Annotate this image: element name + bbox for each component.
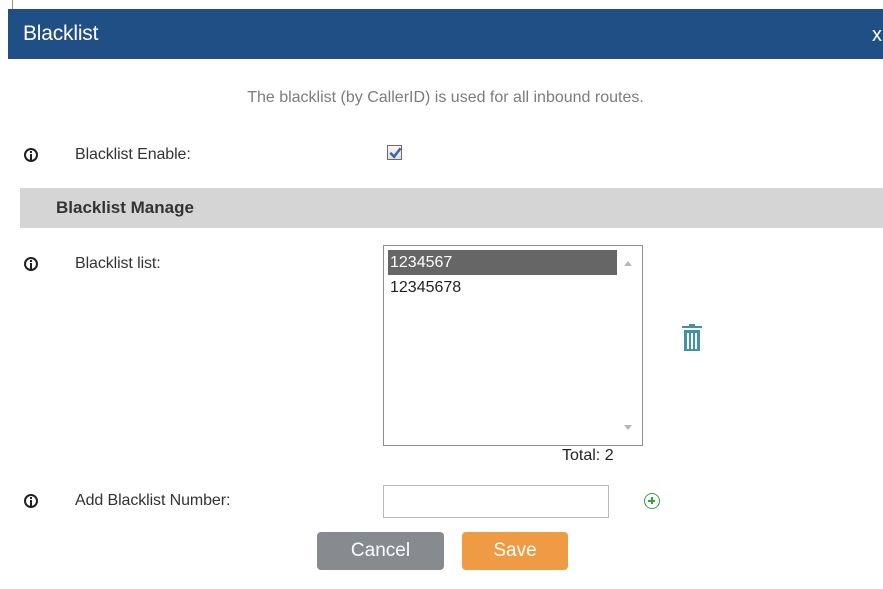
dialog-title: Blacklist [23,22,99,45]
checkmark-icon [389,147,402,159]
page: Blacklist x The blacklist (by CallerID) … [0,0,883,589]
total-count: Total: 2 [562,447,614,464]
close-button[interactable]: x [871,24,883,46]
trash-icon[interactable] [680,323,704,353]
cancel-button[interactable]: Cancel [317,532,444,570]
blacklist-number-input[interactable] [383,485,609,518]
blacklist-items: 1234567 12345678 [388,250,617,300]
info-icon[interactable] [24,257,38,271]
add-circle-icon[interactable] [644,493,660,509]
add-blacklist-number-label: Add Blacklist Number: [75,492,231,509]
save-button[interactable]: Save [462,532,568,570]
blacklist-list-item[interactable]: 12345678 [388,275,617,300]
listbox-scrollbar[interactable] [621,246,642,445]
blacklist-enable-checkbox[interactable] [387,145,402,160]
blacklist-manage-section: Blacklist Manage [20,188,883,228]
blacklist-listbox[interactable]: 1234567 12345678 [383,245,643,446]
blacklist-list-label: Blacklist list: [75,255,161,272]
scroll-down-arrow-icon[interactable] [624,425,632,430]
blacklist-list-item[interactable]: 1234567 [388,250,617,275]
blacklist-enable-label: Blacklist Enable: [75,146,191,163]
scroll-up-arrow-icon[interactable] [624,261,632,266]
dialog-description: The blacklist (by CallerID) is used for … [247,89,644,106]
dialog-titlebar: Blacklist x [8,9,883,59]
blacklist-dialog: Blacklist x The blacklist (by CallerID) … [8,9,883,589]
section-title: Blacklist Manage [56,198,194,217]
info-icon[interactable] [24,148,38,162]
info-icon[interactable] [24,494,38,508]
